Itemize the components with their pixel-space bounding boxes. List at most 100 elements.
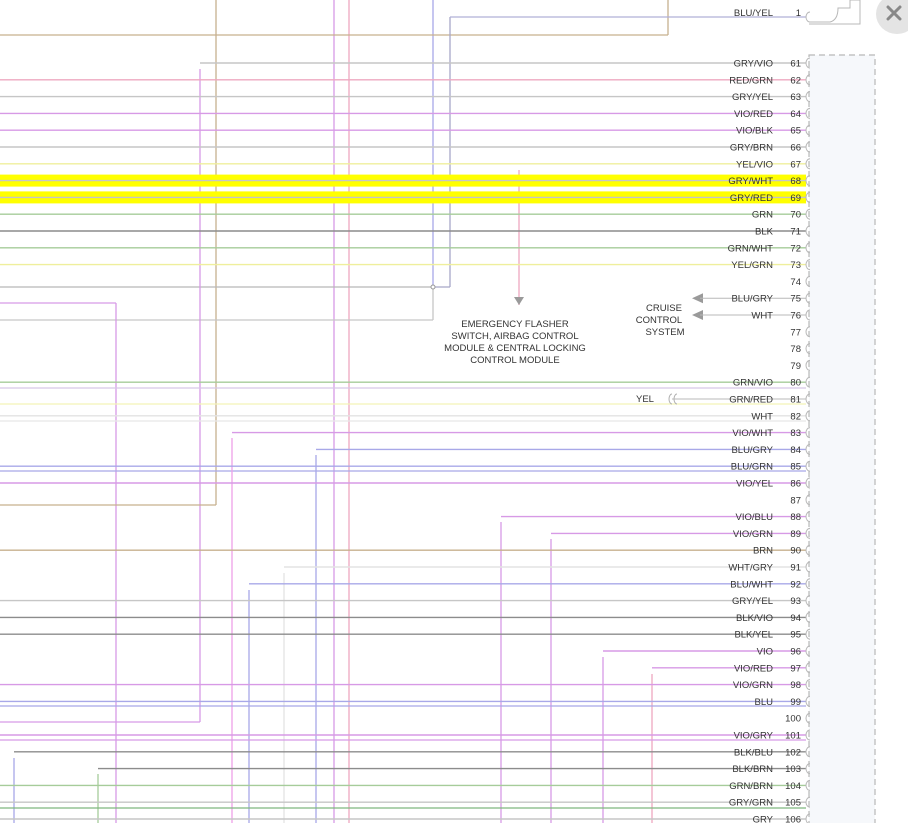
wire-label-105: GRY/GRN bbox=[729, 798, 773, 809]
cruise-line-3: SYSTEM bbox=[645, 327, 684, 338]
pin-row-76: WHT 76 bbox=[751, 309, 811, 322]
wire-label-103: BLK/BRN bbox=[732, 764, 773, 775]
pin-number-102: 102 bbox=[785, 747, 801, 758]
cruise-line-2: CONTROL bbox=[636, 315, 682, 326]
pin-number-63: 63 bbox=[790, 92, 801, 103]
pin-row-97: VIO/RED 97 bbox=[734, 662, 811, 674]
pin-row-93: GRY/YEL 93 bbox=[732, 595, 811, 607]
pin-number-87: 87 bbox=[790, 495, 801, 506]
wire-label-68: GRY/WHT bbox=[728, 176, 773, 187]
wire-label-62: RED/GRN bbox=[729, 75, 773, 86]
pin-row-89: VIO/GRN 89 bbox=[733, 527, 811, 540]
pin-row-79: 79 bbox=[790, 359, 811, 372]
pin-number-104: 104 bbox=[785, 781, 801, 792]
wire-label-69: GRY/RED bbox=[730, 193, 773, 204]
pin-cavity-1 bbox=[805, 11, 811, 23]
pin-number-90: 90 bbox=[790, 546, 801, 557]
pin-number-101: 101 bbox=[785, 731, 801, 742]
pin-row-77: 77 bbox=[790, 326, 811, 338]
pin-number-67: 67 bbox=[790, 159, 801, 170]
cruise-control-note: CRUISE CONTROL SYSTEM bbox=[636, 303, 685, 338]
pin-row-74: 74 bbox=[790, 275, 811, 288]
pin-number-65: 65 bbox=[790, 126, 801, 137]
pin-number-99: 99 bbox=[790, 697, 801, 708]
pin-number-73: 73 bbox=[790, 260, 801, 271]
pin-row-64: VIO/RED 64 bbox=[734, 107, 811, 120]
wire-label-61: GRY/VIO bbox=[734, 59, 773, 70]
wire-label-98: VIO/GRN bbox=[733, 680, 773, 691]
connector-c2 bbox=[808, 0, 876, 823]
pin-number-86: 86 bbox=[790, 479, 801, 490]
pin-row-73: YEL/GRN 73 bbox=[731, 259, 811, 271]
wiring-diagram-canvas: GRY/VIO 61 RED/GRN 62 GRY/YEL 63 VIO/RED 64 VIO/… bbox=[0, 0, 908, 823]
wire-label-76: WHT bbox=[751, 311, 773, 322]
pin-number-1: 1 bbox=[796, 8, 801, 19]
pin-row-83: VIO/WHT 83 bbox=[732, 427, 811, 439]
pin-number-75: 75 bbox=[790, 294, 801, 305]
wire-label-90: BRN bbox=[753, 546, 773, 557]
pin-row-103: BLK/BRN 103 bbox=[732, 763, 811, 775]
pin-row-78: 78 bbox=[790, 343, 811, 355]
wire-label-84: BLU/GRY bbox=[731, 445, 773, 456]
pin-number-66: 66 bbox=[790, 143, 801, 154]
pin-row-81: GRN/RED 81 bbox=[729, 393, 811, 406]
wire-label-71: BLK bbox=[755, 227, 774, 238]
pin-row-72: GRN/WHT 72 bbox=[728, 242, 811, 254]
pin-number-103: 103 bbox=[785, 764, 801, 775]
cruise-line-1: CRUISE bbox=[646, 303, 682, 314]
wire-label-96: VIO bbox=[757, 647, 773, 658]
pin-row-75: BLU/GRY 75 bbox=[731, 292, 811, 305]
pin-number-64: 64 bbox=[790, 109, 801, 120]
pin-row-92: BLU/WHT 92 bbox=[730, 578, 811, 590]
pin-row-87: 87 bbox=[790, 494, 811, 506]
pin-row-69: GRY/RED 69 bbox=[730, 191, 811, 204]
pin-row-96: VIO 96 bbox=[757, 645, 811, 658]
wire-label-67: YEL/VIO bbox=[736, 159, 773, 170]
pin-number-85: 85 bbox=[790, 462, 801, 473]
emergency-arrow-icon bbox=[514, 297, 524, 305]
pin-number-81: 81 bbox=[790, 395, 801, 406]
pin-row-84: BLU/GRY 84 bbox=[731, 443, 811, 456]
pin-number-89: 89 bbox=[790, 529, 801, 540]
pin-number-74: 74 bbox=[790, 277, 801, 288]
pin-row-80: GRN/VIO 80 bbox=[733, 376, 811, 389]
connector-body bbox=[808, 54, 876, 823]
wire-label-81: GRN/RED bbox=[729, 395, 773, 406]
pin-number-70: 70 bbox=[790, 210, 801, 221]
wire-label-66: GRY/BRN bbox=[730, 143, 773, 154]
pin-row-91: WHT/GRY 91 bbox=[728, 561, 811, 574]
pin-number-106: 106 bbox=[785, 815, 801, 823]
pin-number-72: 72 bbox=[790, 243, 801, 254]
horizontal-wires bbox=[0, 16, 806, 820]
junction-dot bbox=[430, 284, 436, 290]
note-line-1: EMERGENCY FLASHER bbox=[461, 319, 569, 330]
pin-row-71: BLK 71 bbox=[755, 225, 811, 238]
close-icon bbox=[886, 5, 902, 21]
pin-number-84: 84 bbox=[790, 445, 801, 456]
wire-label-99: BLU bbox=[755, 697, 774, 708]
wiring-diagram: GRY/VIO 61RED/GRN 62GRY/YEL 63VIO/RED 64VIO/… bbox=[0, 0, 876, 823]
wire-label-64: VIO/RED bbox=[734, 109, 773, 120]
wire-label-97: VIO/RED bbox=[734, 663, 773, 674]
note-line-2: SWITCH, AIRBAG CONTROL bbox=[451, 331, 578, 342]
pin-row-102: BLK/BLU 102 bbox=[734, 746, 811, 758]
pin-number-105: 105 bbox=[785, 798, 801, 809]
pin-number-77: 77 bbox=[790, 327, 801, 338]
wire-label-102: BLK/BLU bbox=[734, 747, 773, 758]
wire-label-72: GRN/WHT bbox=[728, 243, 774, 254]
pin-row-70: GRN 70 bbox=[752, 208, 811, 221]
yel-wire-label: YEL bbox=[636, 394, 654, 405]
wire-label-1: BLU/YEL bbox=[734, 8, 773, 19]
wire-label-88: VIO/BLU bbox=[736, 512, 774, 523]
wire-label-70: GRN bbox=[752, 210, 773, 221]
pin-row-61: GRY/VIO 61 bbox=[734, 57, 811, 70]
pin-row-104: GRN/BRN 104 bbox=[729, 779, 811, 792]
wire-label-73: YEL/GRN bbox=[731, 260, 773, 271]
pin-number-98: 98 bbox=[790, 680, 801, 691]
wire-label-65: VIO/BLK bbox=[736, 126, 774, 137]
pin-number-71: 71 bbox=[790, 227, 801, 238]
wire-label-75: BLU/GRY bbox=[731, 294, 773, 305]
pin-row-85: BLU/GRN 85 bbox=[731, 460, 811, 473]
wire-label-106: GRY bbox=[753, 815, 774, 823]
pin-row-90: BRN 90 bbox=[753, 544, 811, 557]
